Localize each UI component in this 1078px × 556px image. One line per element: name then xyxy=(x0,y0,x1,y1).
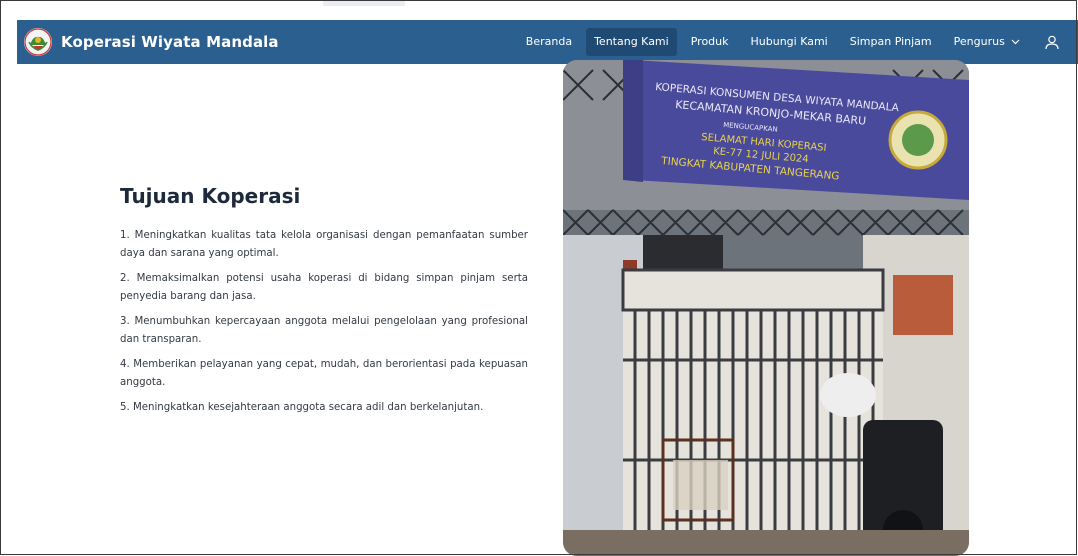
goal-item-5: 5. Meningkatkan kesejahteraan anggota se… xyxy=(120,402,484,413)
navbar: Koperasi Wiyata Mandala Beranda Tentang … xyxy=(17,20,1078,64)
nav-item-pengurus-label: Pengurus xyxy=(953,35,1005,48)
goal-item-3: 3. Menumbuhkan kepercayaan anggota melal… xyxy=(120,316,528,345)
brand-title: Koperasi Wiyata Mandala xyxy=(61,33,279,51)
main-nav: Beranda Tentang Kami Produk Hubungi Kami… xyxy=(512,20,1078,64)
top-strip xyxy=(323,0,405,6)
top-margin xyxy=(0,0,1078,20)
nav-item-hubungi-kami[interactable]: Hubungi Kami xyxy=(743,28,836,56)
goal-item-4: 4. Memberikan pelayanan yang cepat, muda… xyxy=(120,359,528,388)
nav-item-tentang-kami[interactable]: Tentang Kami xyxy=(586,28,677,56)
goal-item-2: 2. Memaksimalkan potensi usaha koperasi … xyxy=(120,273,528,302)
goal-list: 1. Meningkatkan kualitas tata kelola org… xyxy=(120,227,528,424)
nav-item-beranda[interactable]: Beranda xyxy=(518,28,580,56)
brand[interactable]: Koperasi Wiyata Mandala xyxy=(24,28,279,56)
office-photo: KOPERASI KONSUMEN DESA WIYATA MANDALA KE… xyxy=(563,60,969,556)
nav-item-produk[interactable]: Produk xyxy=(683,28,737,56)
user-icon[interactable] xyxy=(1040,30,1064,54)
goal-item-1: 1. Meningkatkan kualitas tata kelola org… xyxy=(120,230,528,259)
section-title: Tujuan Koperasi xyxy=(120,184,301,208)
chevron-down-icon xyxy=(1008,37,1020,48)
purple-banner: KOPERASI KONSUMEN DESA WIYATA MANDALA KE… xyxy=(623,60,969,200)
nav-item-simpan-pinjam[interactable]: Simpan Pinjam xyxy=(842,28,940,56)
nav-item-pengurus[interactable]: Pengurus xyxy=(946,28,1028,56)
cooperative-logo-icon xyxy=(24,28,52,56)
